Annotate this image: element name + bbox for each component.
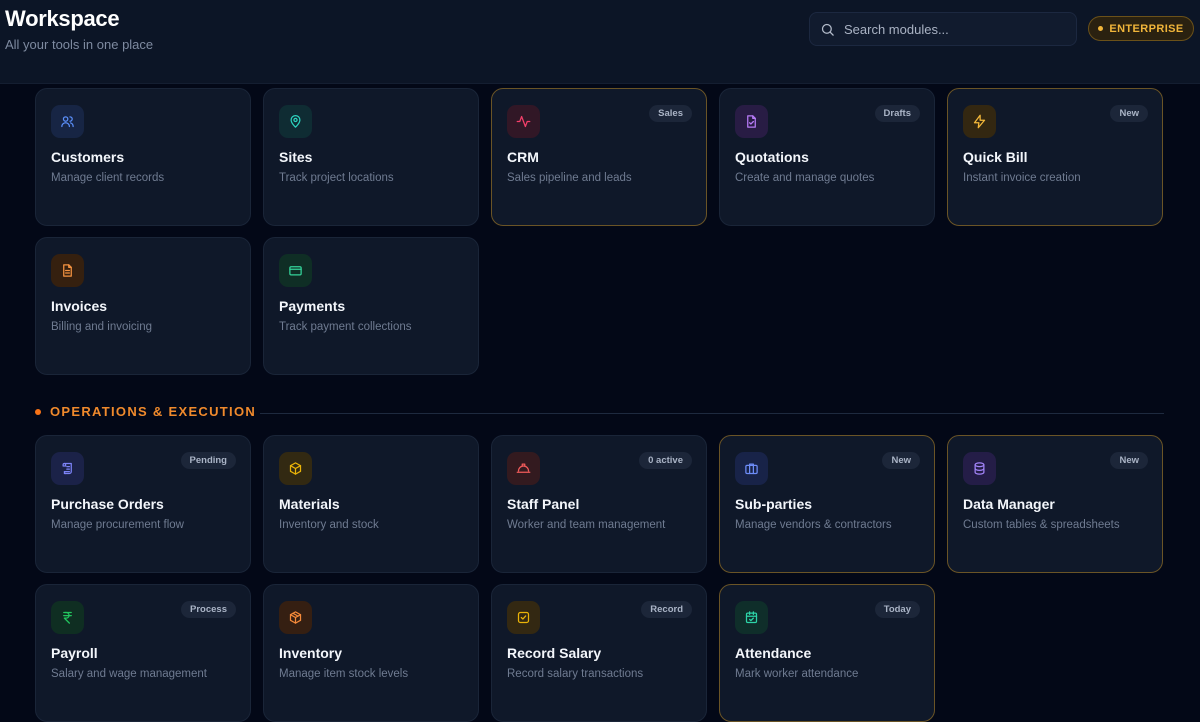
module-card-purchase-orders[interactable]: Pending Purchase Orders Manage procureme… [35, 435, 251, 573]
card-description: Record salary transactions [507, 668, 644, 680]
box-icon [279, 452, 312, 485]
card-title: Quotations [735, 149, 809, 165]
card-badge: New [882, 452, 920, 469]
card-title: Sub-parties [735, 496, 813, 512]
module-card-invoices[interactable]: Invoices Billing and invoicing [35, 237, 251, 375]
card-description: Manage item stock levels [279, 668, 409, 680]
module-card-data-manager[interactable]: New Data Manager Custom tables & spreads… [947, 435, 1163, 573]
card-description: Track project locations [279, 172, 394, 184]
activity-icon [507, 105, 540, 138]
module-card-sites[interactable]: Sites Track project locations [263, 88, 479, 226]
module-card-record-salary[interactable]: Record Record Salary Record salary trans… [491, 584, 707, 722]
users-icon [51, 105, 84, 138]
card-title: Data Manager [963, 496, 1055, 512]
search-icon [821, 23, 834, 36]
plan-badge: ENTERPRISE [1088, 16, 1194, 41]
file-text-icon [51, 254, 84, 287]
card-badge: Drafts [874, 105, 920, 122]
card-title: Record Salary [507, 645, 602, 661]
hard-hat-icon [507, 452, 540, 485]
calendar-check-icon [735, 601, 768, 634]
section-dot [35, 408, 41, 415]
search-box[interactable] [809, 12, 1077, 46]
card-title: Sites [279, 149, 313, 165]
card-badge: Pending [180, 452, 236, 469]
card-description: Instant invoice creation [963, 172, 1081, 184]
module-card-materials[interactable]: Materials Inventory and stock [263, 435, 479, 573]
module-card-quotations[interactable]: Drafts Quotations Create and manage quot… [719, 88, 935, 226]
card-description: Worker and team management [507, 519, 666, 531]
module-card-crm[interactable]: Sales CRM Sales pipeline and leads [491, 88, 707, 226]
card-description: Create and manage quotes [735, 172, 875, 184]
card-description: Custom tables & spreadsheets [963, 519, 1120, 531]
check-square-icon [507, 601, 540, 634]
card-description: Salary and wage management [51, 668, 207, 680]
card-description: Sales pipeline and leads [507, 172, 632, 184]
card-description: Billing and invoicing [51, 321, 153, 333]
module-card-sub-parties[interactable]: New Sub-parties Manage vendors & contrac… [719, 435, 935, 573]
scroll-icon [51, 452, 84, 485]
card-badge: Sales [649, 105, 692, 122]
card-title: Invoices [51, 298, 108, 314]
card-badge: Record [641, 601, 692, 618]
module-card-inventory[interactable]: Inventory Manage item stock levels [263, 584, 479, 722]
page-subtitle: All your tools in one place [5, 37, 154, 52]
module-card-quick-bill[interactable]: New Quick Bill Instant invoice creation [947, 88, 1163, 226]
file-check-icon [735, 105, 768, 138]
section-label: OPERATIONS & EXECUTION [50, 404, 257, 419]
rupee-icon [51, 601, 84, 634]
section-divider [260, 413, 1164, 414]
credit-card-icon [279, 254, 312, 287]
search-input[interactable] [844, 21, 1064, 37]
top-header: Workspace All your tools in one place EN… [0, 0, 1200, 84]
card-title: Attendance [735, 645, 812, 661]
section-header-operations: OPERATIONS & EXECUTION [35, 404, 256, 419]
module-card-payments[interactable]: Payments Track payment collections [263, 237, 479, 375]
module-card-staff-panel[interactable]: 0 active Staff Panel Worker and team man… [491, 435, 707, 573]
card-title: CRM [507, 149, 539, 165]
card-title: Staff Panel [507, 496, 580, 512]
database-icon [963, 452, 996, 485]
card-badge: New [1110, 452, 1148, 469]
module-card-payroll[interactable]: Process Payroll Salary and wage manageme… [35, 584, 251, 722]
card-title: Payments [279, 298, 346, 314]
module-card-attendance[interactable]: Today Attendance Mark worker attendance [719, 584, 935, 722]
card-badge: Process [181, 601, 236, 618]
card-description: Inventory and stock [279, 519, 379, 531]
card-badge: New [1110, 105, 1148, 122]
card-title: Quick Bill [963, 149, 1028, 165]
card-description: Manage procurement flow [51, 519, 184, 531]
module-card-customers[interactable]: Customers Manage client records [35, 88, 251, 226]
card-badge: 0 active [639, 452, 692, 469]
plan-label: ENTERPRISE [1109, 22, 1184, 35]
card-description: Manage vendors & contractors [735, 519, 892, 531]
card-badge: Today [874, 601, 920, 618]
card-title: Customers [51, 149, 125, 165]
lightning-icon [963, 105, 996, 138]
map-pin-icon [279, 105, 312, 138]
card-title: Payroll [51, 645, 98, 661]
card-description: Mark worker attendance [735, 668, 859, 680]
card-description: Manage client records [51, 172, 165, 184]
card-description: Track payment collections [279, 321, 412, 333]
card-title: Purchase Orders [51, 496, 164, 512]
briefcase-icon [735, 452, 768, 485]
plan-dot [1098, 26, 1104, 31]
card-title: Inventory [279, 645, 343, 661]
package-icon [279, 601, 312, 634]
card-title: Materials [279, 496, 340, 512]
page-title: Workspace [5, 6, 120, 31]
